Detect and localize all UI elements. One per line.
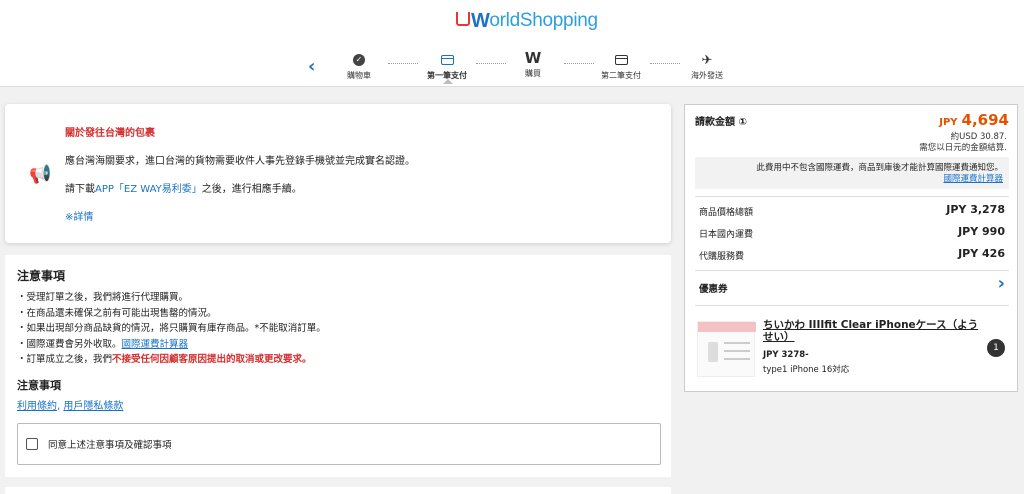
privacy-policy-link[interactable]: 用戶隱私條款	[63, 401, 123, 412]
step-first-payment: 第一筆支付	[412, 52, 482, 84]
next-card-edge	[5, 487, 671, 494]
notice-title: 關於發往台灣的包裹	[65, 128, 155, 139]
product-price: JPY 3278-	[763, 350, 809, 360]
divider	[695, 196, 1009, 197]
agree-label: 同意上述注意事項及確認事項	[48, 440, 172, 451]
coupon-label[interactable]: 優惠券	[699, 281, 728, 295]
megaphone-icon: 📢	[29, 164, 52, 185]
notice-text: 應台灣海關要求，進口台灣的貨物需要收件人事先登錄手機號並完成實名認證。	[65, 156, 415, 167]
details-link[interactable]: ※詳情	[65, 208, 93, 223]
step-purchase: W 購買	[498, 49, 568, 79]
terms-subtitle: 注意事項	[17, 379, 61, 392]
terms-title: 注意事項	[17, 269, 66, 283]
product-name-link[interactable]: ちいかわ IIIIfit Clear iPhoneケース（ようせい）	[763, 319, 983, 343]
purchase-w-icon: W	[524, 49, 542, 67]
shipping-note: 此費用中不包含國際運費，商品到庫後才能計算國際運費通知您。 國際運費計算器	[695, 157, 1009, 189]
list-item: 如果出現部分商品缺貨的情況，將只購買有庫存商品。*不能取消訂單。	[17, 321, 326, 337]
shipping-calculator-link[interactable]: 國際運費計算器	[695, 174, 1003, 185]
product-variant: type1 iPhone 16対応	[763, 365, 850, 375]
chevron-right-icon[interactable]: ›	[998, 273, 1005, 294]
step-cart: ✓ 購物車	[347, 54, 371, 80]
credit-card-icon	[614, 55, 628, 65]
step-overseas-shipping: ✈ 海外發送	[672, 52, 742, 81]
check-circle-icon: ✓	[353, 54, 365, 66]
price-row-domestic-shipping: 日本國內運費 JPY 990	[699, 225, 1005, 240]
logo-text: orldShopping	[489, 10, 598, 31]
product-thumbnail[interactable]	[697, 321, 756, 377]
logo-text-w: W	[471, 9, 490, 32]
worldshopping-logo[interactable]: WorldShopping	[456, 8, 598, 34]
agree-checkbox[interactable]	[26, 438, 38, 450]
notice-app-text: 請下載APP「EZ WAY易利委」之後，進行相應手續。	[65, 184, 302, 195]
list-item: 受理訂單之後，我們將進行代理購買。	[17, 290, 326, 306]
header: WorldShopping ‹ ✓ 購物車 第一筆支付 W 購買 第二筆支付 ✈…	[0, 0, 1024, 87]
ezway-app-link[interactable]: APP「EZ WAY易利委」	[95, 184, 202, 195]
airplane-icon: ✈	[701, 52, 713, 68]
terms-of-use-link[interactable]: 利用條約	[17, 401, 57, 412]
cart-item: ちいかわ IIIIfit Clear iPhoneケース（ようせい） JPY 3…	[695, 317, 1009, 379]
total-amount: JPY 4,694	[939, 111, 1009, 129]
step-second-payment: 第二筆支付	[586, 52, 656, 81]
price-row-service-fee: 代購服務費 JPY 426	[699, 247, 1005, 262]
checkout-steps: ‹ ✓ 購物車 第一筆支付 W 購買 第二筆支付 ✈ 海外發送	[300, 49, 760, 86]
usd-estimate: 約USD 30.87. 需您以日元的金額結算.	[919, 132, 1007, 153]
cart-logo-icon	[456, 12, 470, 26]
terms-card: 注意事項 受理訂單之後，我們將進行代理購買。 在商品還未確保之前有可能出現售罄的…	[5, 255, 671, 477]
quantity-badge: 1	[987, 339, 1005, 357]
list-item: 訂單成立之後，我們不接受任何因顧客原因提出的取消或更改要求。	[17, 352, 326, 368]
taiwan-notice-card: 📢 關於發往台灣的包裹 應台灣海關要求，進口台灣的貨物需要收件人事先登錄手機號並…	[5, 104, 671, 243]
credit-card-icon	[440, 55, 454, 65]
price-row-items: 商品價格總額 JPY 3,278	[699, 203, 1005, 218]
list-item: 國際運費會另外收取。國際運費計算器	[17, 337, 326, 353]
total-label: 請款金額 ①	[695, 117, 747, 128]
agree-checkbox-row[interactable]: 同意上述注意事項及確認事項	[17, 423, 661, 465]
terms-list: 受理訂單之後，我們將進行代理購買。 在商品還未確保之前有可能出現售罄的情況。 如…	[17, 290, 326, 368]
divider	[695, 305, 1009, 306]
shipping-calculator-link[interactable]: 國際運費計算器	[122, 339, 189, 350]
policy-links: 利用條約, 用戶隱私條款	[17, 401, 124, 412]
order-summary: 請款金額 ① JPY 4,694 約USD 30.87. 需您以日元的金額結算. …	[684, 104, 1018, 392]
divider	[695, 270, 1009, 271]
back-chevron-icon[interactable]: ‹	[308, 56, 315, 77]
list-item: 在商品還未確保之前有可能出現售罄的情況。	[17, 306, 326, 322]
